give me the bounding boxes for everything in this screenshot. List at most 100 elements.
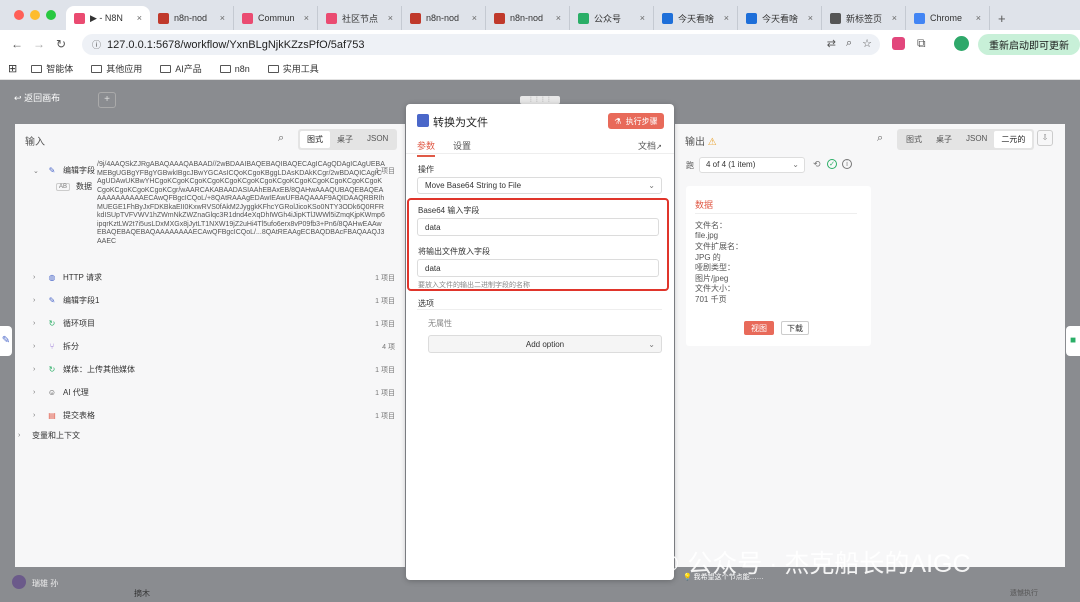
chevron-right-icon[interactable]: › xyxy=(33,274,41,281)
tab-settings[interactable]: 设置 xyxy=(453,139,471,152)
chevron-right-icon[interactable]: › xyxy=(33,389,41,396)
input-node-row[interactable]: › ↻ 媒体：上传其他媒体 1 项目 xyxy=(33,364,395,375)
search-icon[interactable]: ⌕ xyxy=(278,132,284,145)
chevron-down-icon: ⌄ xyxy=(648,181,655,190)
execute-step-button[interactable]: ⚗ 执行步骤 xyxy=(608,113,664,129)
mode-tab[interactable]: 二元的 xyxy=(994,131,1033,148)
operation-value: Move Base64 String to File xyxy=(425,181,522,190)
add-node-icon[interactable]: + xyxy=(98,92,116,108)
close-tab-icon[interactable]: × xyxy=(220,13,225,23)
browser-tab[interactable]: n8n-nod × xyxy=(150,6,234,30)
address-bar[interactable]: ⓘ 127.0.0.1:5678/workflow/YxnBLgNjkKZzsP… xyxy=(82,34,880,55)
variables-context-row[interactable]: › 变量和上下文 xyxy=(18,430,380,441)
close-tab-icon[interactable]: × xyxy=(976,13,981,23)
operation-select[interactable]: Move Base64 String to File ⌄ xyxy=(417,177,662,194)
zoom-window-button[interactable] xyxy=(46,10,56,20)
mode-tab[interactable]: JSON xyxy=(360,131,395,148)
chevron-right-icon[interactable]: › xyxy=(33,297,41,304)
browser-tab[interactable]: ▶ - N8N × xyxy=(66,6,150,30)
browser-tab[interactable]: 公众号 × xyxy=(570,6,654,30)
node-title[interactable]: 转换为文件 xyxy=(433,114,488,130)
chevron-right-icon[interactable]: › xyxy=(33,343,41,350)
input-node-row[interactable]: › ☺ AI 代理 1 项目 xyxy=(33,387,395,398)
download-button[interactable]: 下载 xyxy=(781,321,809,335)
chevron-right-icon[interactable]: › xyxy=(33,320,41,327)
chevron-right-icon[interactable]: › xyxy=(33,366,41,373)
output-search-icon[interactable]: ⌕ xyxy=(877,132,883,145)
reload-icon[interactable]: ↻ xyxy=(50,37,72,51)
tab-parameters[interactable]: 参数 xyxy=(417,139,436,157)
input-node-row[interactable]: › ⑂ 拆分 4 项 xyxy=(33,341,395,352)
site-info-icon[interactable]: ⓘ xyxy=(92,38,101,51)
translate-icon[interactable]: ⇄ xyxy=(827,37,836,50)
browser-tab[interactable]: Chrome × xyxy=(906,6,990,30)
minimize-window-button[interactable] xyxy=(30,10,40,20)
url-text[interactable]: 127.0.0.1:5678/workflow/YxnBLgNjkKZzsPfO… xyxy=(107,39,364,51)
browser-tab[interactable]: 社区节点 × xyxy=(318,6,402,30)
base64-field-input[interactable]: data xyxy=(417,218,659,236)
back-icon[interactable]: ← xyxy=(6,37,28,51)
node-name: 拆分 xyxy=(63,342,79,351)
mode-tab[interactable]: 桌子 xyxy=(330,131,360,148)
run-select[interactable]: 4 of 4 (1 item) ⌄ xyxy=(699,157,805,173)
chevron-right-icon[interactable]: › xyxy=(33,412,41,419)
extension-icon[interactable] xyxy=(892,37,905,50)
close-tab-icon[interactable]: × xyxy=(472,13,477,23)
output-field-input[interactable]: data xyxy=(417,259,659,277)
close-tab-icon[interactable]: × xyxy=(388,13,393,23)
docs-link[interactable]: 文档↗ xyxy=(638,139,662,152)
file-info-line: 文件扩展名： xyxy=(695,242,743,251)
mode-tab[interactable]: 图式 xyxy=(899,131,929,148)
info-icon[interactable]: i xyxy=(842,159,852,169)
input-node-row[interactable]: › ▤ 提交表格 1 项目 xyxy=(33,410,395,421)
apps-grid-icon[interactable]: ⊞ xyxy=(8,62,17,75)
tab-label: Commun xyxy=(258,13,295,23)
browser-tab[interactable]: n8n-nod × xyxy=(402,6,486,30)
input-node-row[interactable]: › ✎ 编辑字段1 1 项目 xyxy=(33,295,395,306)
bookmark-folder[interactable]: 实用工具 xyxy=(267,62,319,75)
close-tab-icon[interactable]: × xyxy=(304,13,309,23)
forward-icon[interactable]: → xyxy=(28,37,50,51)
browser-tab[interactable]: 新标签页 × xyxy=(822,6,906,30)
close-tab-icon[interactable]: × xyxy=(808,13,813,23)
bookmark-folder[interactable]: n8n xyxy=(219,62,250,75)
close-tab-icon[interactable]: × xyxy=(556,13,561,23)
bookmark-folder[interactable]: AI产品 xyxy=(160,62,202,75)
new-tab-button[interactable]: + xyxy=(998,11,1006,26)
browser-tab[interactable]: n8n-nod × xyxy=(486,6,570,30)
mode-tab[interactable]: 图式 xyxy=(300,131,330,148)
input-node-row[interactable]: › ◍ HTTP 请求 1 项目 xyxy=(33,272,395,283)
browser-tab[interactable]: Commun × xyxy=(234,6,318,30)
pin-icon[interactable]: ⇩ xyxy=(1037,130,1053,146)
close-tab-icon[interactable]: × xyxy=(640,13,645,23)
mode-tab[interactable]: 桌子 xyxy=(929,131,959,148)
bookmark-folder[interactable]: 智能体 xyxy=(31,62,73,75)
extensions-puzzle-icon[interactable]: ⧉ xyxy=(917,36,926,51)
relaunch-update-button[interactable]: 重新启动即可更新 xyxy=(978,34,1080,55)
arrow-left-icon: ↩ xyxy=(14,93,22,103)
mode-tab[interactable]: JSON xyxy=(959,131,994,148)
run-label: 跑 xyxy=(686,161,694,170)
close-tab-icon[interactable]: × xyxy=(137,13,142,23)
chevron-down-icon[interactable]: ⌄ xyxy=(33,167,41,175)
user-avatar[interactable] xyxy=(12,575,26,589)
bookmark-folder[interactable]: 其他应用 xyxy=(91,62,142,75)
edge-wechat-icon[interactable]: ■ xyxy=(1066,326,1080,356)
input-node-row[interactable]: › ↻ 循环项目 1 项目 xyxy=(33,318,395,329)
bookmark-star-icon[interactable]: ☆ xyxy=(862,37,872,50)
close-window-button[interactable] xyxy=(14,10,24,20)
link-icon[interactable]: ⟲ xyxy=(813,159,821,170)
profile-avatar-icon[interactable] xyxy=(954,36,969,51)
reader-icon xyxy=(746,12,757,24)
add-option-button[interactable]: Add option ⌄ xyxy=(428,335,662,353)
wechat-logo-icon: ◎ xyxy=(660,549,680,574)
browser-tab[interactable]: 今天看啥 × xyxy=(738,6,822,30)
view-button[interactable]: 视图 xyxy=(744,321,774,335)
close-tab-icon[interactable]: × xyxy=(724,13,729,23)
edge-edit-icon[interactable]: ✎ xyxy=(0,326,12,356)
browser-tab[interactable]: 今天看啥 × xyxy=(654,6,738,30)
back-to-canvas-link[interactable]: ↩ 返回画布 xyxy=(14,91,60,104)
drag-handle-icon[interactable]: ⋮⋮⋮⋮ xyxy=(520,96,560,104)
zoom-icon[interactable]: ⌕ xyxy=(846,37,852,50)
close-tab-icon[interactable]: × xyxy=(892,13,897,23)
